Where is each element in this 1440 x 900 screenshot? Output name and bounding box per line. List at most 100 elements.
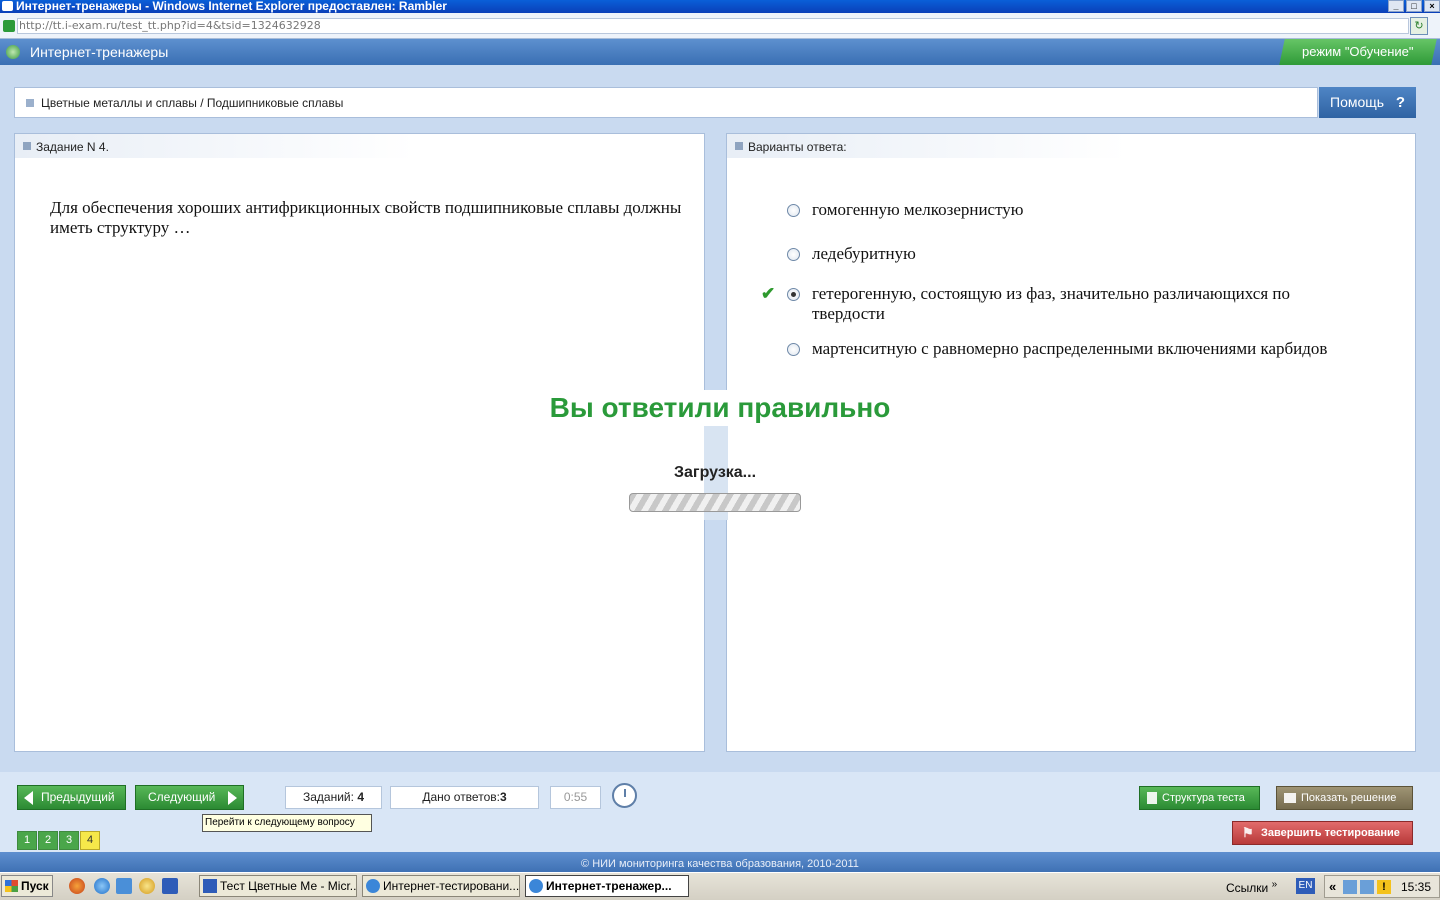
- start-label: Пуск: [21, 879, 49, 893]
- arrow-right-icon: [228, 791, 237, 805]
- page-link-3[interactable]: 3: [59, 831, 79, 850]
- links-chevron-icon[interactable]: »: [1272, 879, 1278, 890]
- answer-text: гетерогенную, состоящую из фаз, значител…: [812, 284, 1290, 323]
- arrow-left-icon: [24, 791, 33, 805]
- links-label: Ссылки: [1226, 881, 1269, 895]
- finish-test-button[interactable]: ⚑ Завершить тестирование: [1232, 821, 1413, 845]
- page-link-1[interactable]: 1: [17, 831, 37, 850]
- taskbar-item-label: Интернет-тестировани...: [383, 879, 520, 893]
- app-title: Интернет-тренажеры: [30, 44, 169, 60]
- bullet-icon: [735, 142, 743, 150]
- answer-text: ледебуритную: [812, 244, 916, 263]
- answer-option-3[interactable]: гетерогенную, состоящую из фаз, значител…: [787, 284, 1347, 324]
- word-icon[interactable]: [162, 878, 178, 894]
- answer-option-2[interactable]: ледебуритную: [787, 244, 1347, 264]
- taskbar: Пуск Тест Цветные Ме - Micr... Интернет-…: [0, 872, 1440, 900]
- taskbar-item-word[interactable]: Тест Цветные Ме - Micr...: [199, 875, 357, 897]
- structure-label: Структура теста: [1162, 792, 1245, 804]
- task-number: Задание N 4.: [36, 140, 109, 154]
- network-icon[interactable]: [1343, 880, 1357, 894]
- answer-option-1[interactable]: гомогенную мелкозернистую: [787, 200, 1347, 220]
- result-message: Вы ответили правильно: [533, 390, 907, 426]
- answer-text: гомогенную мелкозернистую: [812, 200, 1024, 219]
- app-logo-icon: [6, 45, 20, 59]
- tasks-label: Заданий:: [303, 790, 354, 804]
- tasks-value: 4: [357, 790, 364, 804]
- page-link-2[interactable]: 2: [38, 831, 58, 850]
- finish-label: Завершить тестирование: [1261, 827, 1400, 839]
- answer-option-4[interactable]: мартенситную с равномерно распределенным…: [787, 339, 1347, 359]
- radio-button[interactable]: [787, 343, 800, 356]
- system-tray: « ! 15:35: [1324, 875, 1440, 898]
- mode-badge: режим "Обучение": [1279, 39, 1437, 65]
- tray-expand-icon[interactable]: «: [1329, 879, 1336, 894]
- media-player-icon[interactable]: [139, 878, 155, 894]
- show-solution-button[interactable]: Показать решение: [1276, 786, 1413, 810]
- page-navigator: 1 2 3 4: [17, 831, 100, 850]
- language-indicator[interactable]: EN: [1296, 878, 1315, 894]
- loading-text: Загрузка...: [673, 464, 757, 481]
- previous-label: Предыдущий: [41, 790, 115, 804]
- maximize-button[interactable]: □: [1406, 0, 1422, 12]
- minimize-button[interactable]: _: [1388, 0, 1404, 12]
- tasks-count: Заданий: 4: [285, 786, 382, 809]
- page-link-4[interactable]: 4: [80, 831, 100, 850]
- answers-label: Дано ответов:: [422, 790, 500, 804]
- book-icon: [1284, 793, 1296, 803]
- bullet-icon: [26, 99, 34, 107]
- help-button[interactable]: Помощь ?: [1319, 87, 1416, 118]
- taskbar-item-ie-1[interactable]: Интернет-тестировани...: [362, 875, 520, 897]
- ie-icon: [366, 879, 380, 893]
- breadcrumb-text: Цветные металлы и сплавы / Подшипниковые…: [41, 96, 344, 110]
- next-label: Следующий: [148, 790, 216, 804]
- clock: 15:35: [1400, 880, 1431, 894]
- previous-button[interactable]: Предыдущий: [17, 785, 126, 810]
- timer: 0:55: [550, 786, 601, 809]
- page-icon: [3, 20, 15, 32]
- taskbar-item-ie-2[interactable]: Интернет-тренажер...: [525, 875, 689, 897]
- clock-icon: [612, 783, 637, 808]
- start-button[interactable]: Пуск: [1, 875, 53, 897]
- address-bar: http://tt.i-exam.ru/test_tt.php?id=4&tsi…: [0, 13, 1440, 39]
- answers-panel: Варианты ответа: гомогенную мелкозернист…: [726, 133, 1416, 752]
- alert-icon[interactable]: !: [1377, 880, 1391, 894]
- correct-check-icon: ✔: [761, 284, 776, 303]
- network-icon[interactable]: [1360, 880, 1374, 894]
- mode-label: режим "Обучение": [1302, 44, 1414, 59]
- breadcrumb: Цветные металлы и сплавы / Подшипниковые…: [14, 87, 1318, 118]
- answers-value: 3: [499, 790, 507, 804]
- window-controls: _ □ ×: [1388, 0, 1440, 13]
- test-structure-button[interactable]: Структура теста: [1139, 786, 1260, 810]
- close-button[interactable]: ×: [1424, 0, 1440, 12]
- window-title: Интернет-тренажеры - Windows Internet Ex…: [16, 0, 447, 13]
- word-icon: [203, 879, 217, 893]
- taskbar-item-label: Интернет-тренажер...: [546, 879, 672, 893]
- go-icon[interactable]: ↻: [1410, 17, 1428, 35]
- ie-icon: [529, 879, 543, 893]
- help-label: Помощь: [1330, 94, 1385, 110]
- runner-icon: ⚑: [1242, 825, 1254, 840]
- window-title-bar: Интернет-тренажеры - Windows Internet Ex…: [0, 0, 1440, 13]
- ie-icon: [2, 1, 13, 11]
- footer-toolbar: Предыдущий Следующий Заданий: 4 Дано отв…: [0, 772, 1440, 852]
- answers-panel-header: Варианты ответа:: [727, 134, 1127, 158]
- firefox-icon[interactable]: [69, 878, 85, 894]
- copyright: © НИИ мониторинга качества образования, …: [0, 852, 1440, 872]
- answers-header: Варианты ответа:: [748, 140, 847, 154]
- tooltip: Перейти к следующему вопросу: [202, 814, 372, 832]
- bullet-icon: [23, 142, 31, 150]
- links-toolbar[interactable]: Ссылки »: [1226, 879, 1277, 895]
- radio-button[interactable]: [787, 204, 800, 217]
- question-text: Для обеспечения хороших антифрикционных …: [50, 198, 682, 237]
- taskbar-item-label: Тест Цветные Ме - Micr...: [220, 879, 357, 893]
- windows-logo-icon: [5, 880, 18, 892]
- desktop-icon[interactable]: [116, 878, 132, 894]
- address-field[interactable]: http://tt.i-exam.ru/test_tt.php?id=4&tsi…: [17, 18, 1409, 34]
- radio-button-selected[interactable]: [787, 288, 800, 301]
- task-panel-header: Задание N 4.: [15, 134, 415, 158]
- ie-icon[interactable]: [94, 878, 110, 894]
- loading-progress-bar: [629, 493, 801, 512]
- radio-button[interactable]: [787, 248, 800, 261]
- show-solution-label: Показать решение: [1301, 792, 1397, 804]
- next-button[interactable]: Следующий: [135, 785, 244, 810]
